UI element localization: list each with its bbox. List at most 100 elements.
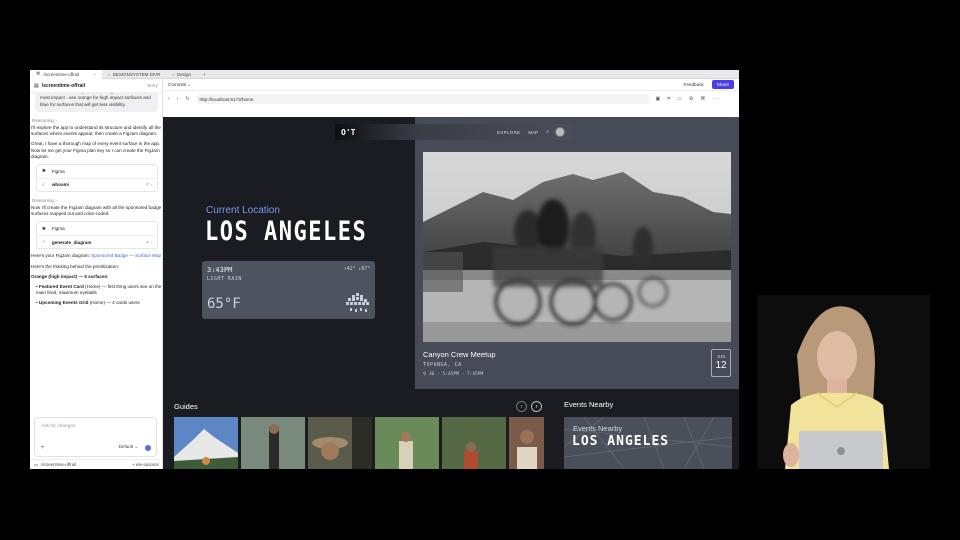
guide-card[interactable] [509,417,544,469]
user-message-text: surfaces where the sponsored badge will … [40,93,151,107]
branch-label[interactable]: ⑂ ele-sponsor [132,462,159,467]
crop-icon[interactable]: ⌗ [667,96,670,102]
event-month: JUN [716,354,726,359]
stage: ⌘ /screentime-offrail × ▫ DESIGNSYSTEM D… [0,0,960,540]
chat-title: /screentime-offrail [41,82,86,89]
device-icon[interactable]: ▭ [677,96,682,102]
events-nearby-map[interactable]: Events Nearby LOS ANGELES [564,417,732,469]
reasoning-toggle[interactable]: Reasoning › [30,196,162,205]
list-item-bold: Featured Event Card [38,283,84,289]
microphone-icon[interactable] [145,445,151,451]
guide-image [308,417,372,469]
preview-panel: Commits ⌄ Feedback Share ‹ › ↻ http://lo… [163,79,739,469]
guide-card[interactable] [174,417,238,469]
screenshot-icon[interactable]: ▣ [656,96,661,102]
app-logo[interactable]: O'T [341,128,355,137]
guide-image [241,417,305,469]
list-item-text: (Home) — 4 cards users [88,300,140,306]
chevron-right-icon: › [55,117,57,123]
url-input[interactable]: http://localhost:5173/home [196,94,649,104]
presenter-image [757,295,930,469]
assistant-text: Here's your FigJam diagram: Sponsored Ba… [30,253,162,259]
browser-tab[interactable]: ▫ DESIGNSYSTEM DIVR [102,70,166,79]
monitor-icon: ▭ [34,461,39,467]
guide-card[interactable] [442,417,506,469]
diagram-intro: Here's your FigJam diagram: [31,253,92,259]
guide-card[interactable] [375,417,439,469]
browser-tab-active[interactable]: ⌘ /screentime-offrail × [30,70,102,79]
chat-composer[interactable]: Ask for changes + Default ⌄ [34,417,157,457]
section-heading: Orange (high impact) — 5 surfaces: [31,273,109,279]
figma-icon: ✱ [42,225,46,231]
tool-name: Figma [51,226,65,232]
chevron-down-icon: ⌄ [187,81,192,87]
chevron-right-icon: F › [146,239,152,245]
tool-row[interactable]: ✓ whoami F › [37,177,157,191]
inspect-icon[interactable]: ⌘ [700,96,705,102]
chevron-down-icon: ⌄ [134,444,138,449]
url-text: http://localhost:5173/home [199,96,254,102]
plus-icon[interactable]: + [41,445,45,451]
assistant-text: Great, I have a thorough map of every ev… [31,141,161,159]
feedback-button[interactable]: Feedback [684,82,704,87]
events-nearby-heading: Events Nearby [564,400,614,409]
map-city: LOS ANGELES [572,434,670,449]
tool-action: generate_diagram [51,239,92,245]
weather-condition: LIGHT RAIN [207,277,242,282]
guides-prev-button[interactable]: ‹ [516,401,527,412]
new-tab-button[interactable]: + [197,70,212,79]
list-item-bold: Upcoming Events Grid [38,300,89,306]
commits-dropdown[interactable]: Commits ⌄ [168,82,191,88]
close-icon[interactable]: × [93,72,96,77]
map-title: Events Nearby [573,424,623,433]
chat-scroll[interactable]: surfaces where the sponsored badge will … [30,93,162,415]
refresh-icon[interactable]: ↻ [185,96,189,102]
guide-image [174,417,238,469]
nav-explore[interactable]: EXPLORE [497,130,520,135]
tool-name: Figma [51,168,65,174]
branch-icon: ⌘ [36,71,41,76]
settings-icon[interactable]: ⚙ [689,96,693,102]
tab-label: /screentime-offrail [43,71,80,77]
tool-header[interactable]: ✱ Figma [37,222,157,235]
guide-image [442,417,506,469]
commits-label: Commits [168,81,187,87]
search-icon[interactable]: ⌕ [546,129,549,135]
tool-row[interactable]: ✓ generate_diagram F › [37,235,157,248]
guides-next-button[interactable]: › [531,401,542,412]
app-nav: O'T EXPLORE MAP ⌕ [335,124,571,140]
event-day: 12 [715,360,727,371]
tool-header[interactable]: ✱ Figma [37,165,157,178]
browser-tab[interactable]: ▫ Design [166,70,197,79]
tab-label: Design [176,71,191,77]
reasoning-toggle[interactable]: Reasoning › [30,116,162,125]
app-window: ⌘ /screentime-offrail × ▫ DESIGNSYSTEM D… [30,70,739,469]
cyclists-photo [423,152,731,342]
weather-temp: 65°F [207,296,241,312]
browser-tab-bar: ⌘ /screentime-offrail × ▫ DESIGNSYSTEM D… [30,70,739,79]
guide-card[interactable] [308,417,372,469]
preview-toolbar: Commits ⌄ Feedback Share [163,79,739,91]
weather-card: 3:43PM LIGHT RAIN ↑42° ↓67° 65°F [202,261,375,319]
diagram-link[interactable]: Sponsored Badge — Surface Map [91,253,161,258]
sorry-label: Sorry [147,83,158,88]
nav-map[interactable]: MAP [528,130,538,135]
forward-icon[interactable]: › [177,96,179,102]
file-icon: ▫ [108,71,110,77]
guide-image [509,417,544,469]
avatar[interactable] [555,127,565,137]
sidebar-icon[interactable]: ▤ [34,83,39,89]
featured-event-card[interactable]: Canyon Crew Meetup TOPANGA, CA ⚲ 36 · 5:… [415,117,739,389]
chat-panel: ▤ /screentime-offrail Sorry surfaces whe… [30,79,163,469]
presenter-video [757,295,930,469]
share-button[interactable]: Share [711,80,734,89]
assistant-text: Now I'll create the FigJam diagram with … [31,204,162,217]
repo-label[interactable]: /screentime-offrail [41,462,76,467]
branch-name: ele-sponsor [136,462,159,467]
guide-card[interactable] [241,417,305,469]
reasoning-label: Reasoning [32,197,54,203]
chevron-right-icon: › [55,197,57,203]
more-icon[interactable]: ⋯ [712,96,717,102]
back-icon[interactable]: ‹ [168,96,170,102]
mode-select[interactable]: Default ⌄ [119,444,138,450]
